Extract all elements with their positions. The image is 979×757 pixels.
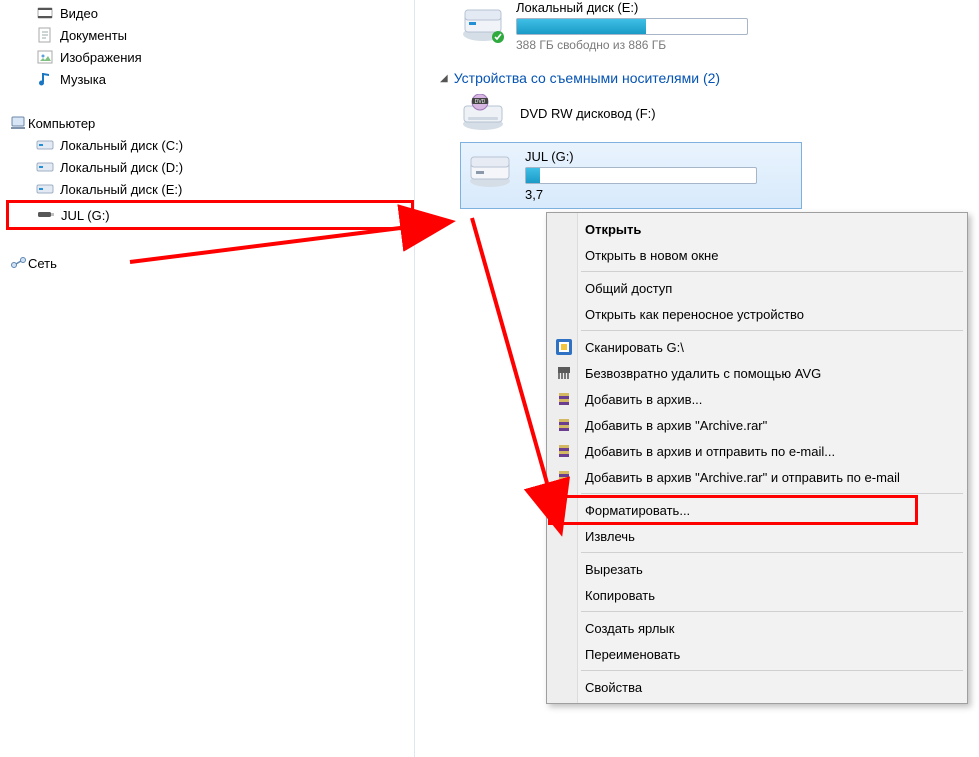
nav-drive-0[interactable]: Локальный диск (C:) [0, 134, 414, 156]
context-menu-item[interactable]: Извлечь [549, 523, 965, 549]
computer-icon [10, 114, 28, 132]
context-menu-item[interactable]: Сканировать G:\ [549, 334, 965, 360]
context-menu-item[interactable]: Добавить в архив и отправить по e-mail..… [549, 438, 965, 464]
drive-e-space-bar [516, 18, 748, 35]
drive-e-free-text: 388 ГБ свободно из 886 ГБ [516, 38, 748, 52]
nav-drive-jul[interactable]: JUL (G:) [9, 204, 110, 226]
jul-drive-title: JUL (G:) [525, 149, 757, 164]
music-icon [36, 70, 54, 88]
nav-library-image[interactable]: Изображения [0, 46, 414, 68]
dvd-drive-item[interactable]: DVD DVD RW дисковод (F:) [460, 94, 979, 132]
jul-drive-space-bar [525, 167, 757, 184]
nav-drive-label: Локальный диск (C:) [60, 138, 183, 153]
rar-icon [555, 390, 573, 408]
dvd-drive-icon: DVD [460, 94, 506, 132]
context-menu-item[interactable]: Открыть как переносное устройство [549, 301, 965, 327]
nav-library-label: Документы [60, 28, 127, 43]
shred-icon [555, 364, 573, 382]
context-menu-label: Свойства [585, 680, 642, 695]
context-menu-label: Сканировать G:\ [585, 340, 684, 355]
usb-drive-icon [37, 206, 55, 224]
removable-devices-header[interactable]: ◢ Устройства со съемными носителями (2) [440, 70, 979, 86]
collapse-icon: ◢ [440, 73, 448, 84]
context-menu-label: Создать ярлык [585, 621, 674, 636]
video-icon [36, 4, 54, 22]
context-menu-label: Добавить в архив и отправить по e-mail..… [585, 444, 835, 459]
context-menu-label: Добавить в архив "Archive.rar" и отправи… [585, 470, 900, 485]
context-menu-item[interactable]: Безвозвратно удалить с помощью AVG [549, 360, 965, 386]
context-menu-label: Извлечь [585, 529, 635, 544]
context-menu-label: Копировать [585, 588, 655, 603]
context-menu-label: Открыть как переносное устройство [585, 307, 804, 322]
doc-icon [36, 26, 54, 44]
context-menu-label: Вырезать [585, 562, 643, 577]
context-menu-label: Добавить в архив "Archive.rar" [585, 418, 767, 433]
nav-library-doc[interactable]: Документы [0, 24, 414, 46]
context-menu-item[interactable]: Форматировать... [549, 497, 965, 523]
removable-devices-label: Устройства со съемными носителями (2) [454, 70, 720, 86]
context-menu-item[interactable]: Переименовать [549, 641, 965, 667]
nav-library-label: Музыка [60, 72, 106, 87]
nav-library-label: Видео [60, 6, 98, 21]
nav-computer-label: Компьютер [28, 116, 95, 131]
jul-drive-item[interactable]: JUL (G:) 3,7 [460, 142, 802, 209]
hdd-icon [36, 136, 54, 154]
context-menu: Открыть Открыть в новом окне Общий доступ О… [546, 212, 968, 704]
context-menu-item[interactable]: Свойства [549, 674, 965, 700]
svg-text:DVD: DVD [475, 99, 486, 105]
hdd-icon [36, 158, 54, 176]
context-menu-item[interactable]: Вырезать [549, 556, 965, 582]
context-menu-label: Общий доступ [585, 281, 672, 296]
rar-icon [555, 416, 573, 434]
nav-drive-label: Локальный диск (D:) [60, 160, 183, 175]
hdd-icon [36, 180, 54, 198]
context-menu-item[interactable]: Общий доступ [549, 275, 965, 301]
removable-drive-icon [467, 149, 513, 189]
nav-network-label: Сеть [28, 256, 57, 271]
avg-icon [555, 338, 573, 356]
drive-e-title: Локальный диск (E:) [516, 0, 748, 15]
context-menu-label: Безвозвратно удалить с помощью AVG [585, 366, 821, 381]
context-menu-item[interactable]: Открыть в новом окне [549, 242, 965, 268]
context-menu-item[interactable]: Открыть [549, 216, 965, 242]
hdd-icon [460, 0, 506, 46]
explorer-window: Видео Документы Изображения Музыка Компьюте… [0, 0, 979, 757]
context-menu-item[interactable]: Добавить в архив "Archive.rar" и отправи… [549, 464, 965, 490]
context-menu-item[interactable]: Копировать [549, 582, 965, 608]
dvd-drive-label: DVD RW дисковод (F:) [520, 106, 656, 121]
nav-drive-jul-label: JUL (G:) [61, 208, 110, 223]
nav-drive-1[interactable]: Локальный диск (D:) [0, 156, 414, 178]
nav-library-label: Изображения [60, 50, 142, 65]
context-menu-label: Форматировать... [585, 503, 690, 518]
rar-icon [555, 468, 573, 486]
nav-library-music[interactable]: Музыка [0, 68, 414, 90]
nav-network[interactable]: Сеть [0, 252, 414, 274]
context-menu-item[interactable]: Добавить в архив "Archive.rar" [549, 412, 965, 438]
network-icon [10, 254, 28, 272]
context-menu-label: Переименовать [585, 647, 680, 662]
context-menu-label: Открыть [585, 222, 641, 237]
jul-drive-sub: 3,7 [525, 187, 757, 202]
nav-jul-highlight: JUL (G:) [6, 200, 414, 230]
nav-pane: Видео Документы Изображения Музыка Компьюте… [0, 0, 415, 757]
nav-library-video[interactable]: Видео [0, 2, 414, 24]
drive-e-item[interactable]: Локальный диск (E:) 388 ГБ свободно из 8… [460, 0, 979, 52]
context-menu-item[interactable]: Добавить в архив... [549, 386, 965, 412]
nav-computer[interactable]: Компьютер [0, 112, 414, 134]
context-menu-label: Добавить в архив... [585, 392, 702, 407]
context-menu-label: Открыть в новом окне [585, 248, 718, 263]
rar-icon [555, 442, 573, 460]
image-icon [36, 48, 54, 66]
nav-drive-2[interactable]: Локальный диск (E:) [0, 178, 414, 200]
nav-drive-label: Локальный диск (E:) [60, 182, 182, 197]
context-menu-item[interactable]: Создать ярлык [549, 615, 965, 641]
